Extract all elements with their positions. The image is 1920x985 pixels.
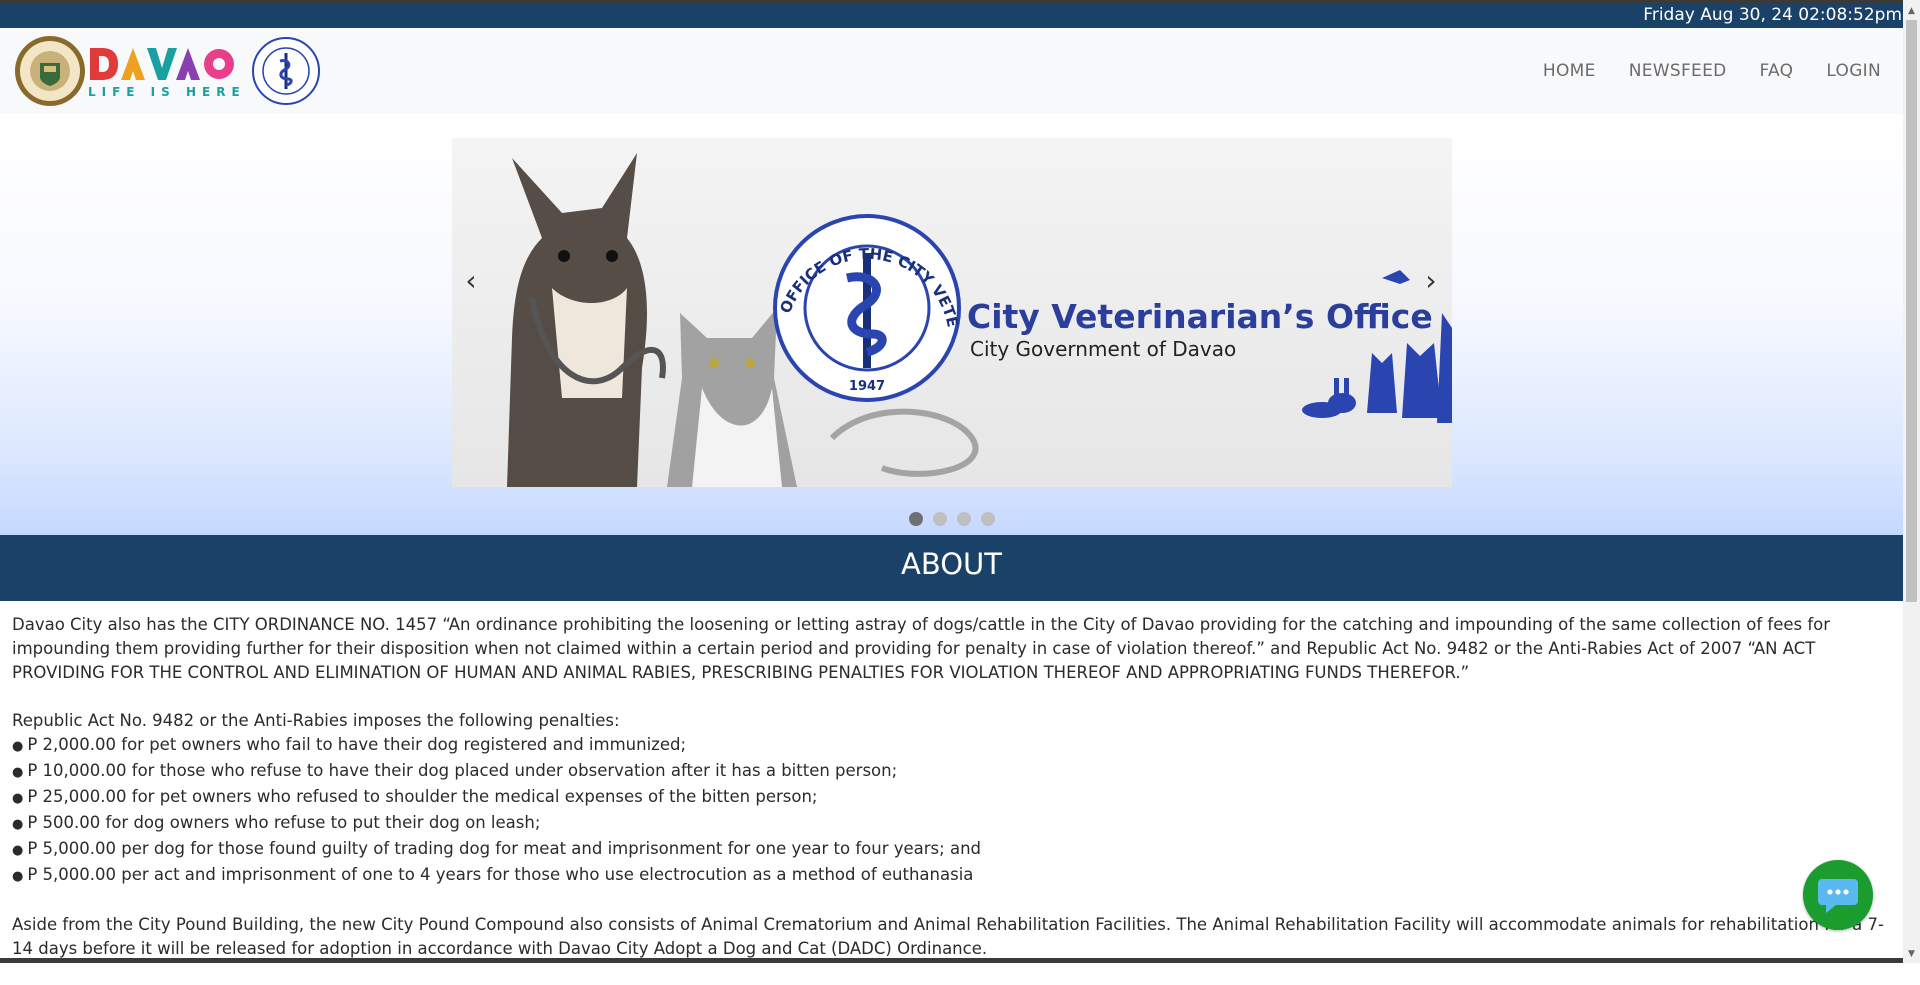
penalty-item-5: P 5,000.00 per dog for those found guilt… <box>12 837 1894 863</box>
penalty-item-2: P 10,000.00 for those who refuse to have… <box>12 759 1894 785</box>
davao-city-seal-logo <box>15 36 85 106</box>
about-heading: ABOUT <box>901 547 1002 581</box>
carousel-indicators <box>0 512 1903 526</box>
city-vet-office-banner-image: 1947 OFFICE OF THE CITY VETERINARIAN Cit… <box>452 138 1452 487</box>
penalty-item-6: P 5,000.00 per act and imprisonment of o… <box>12 863 1894 889</box>
carousel-prev-arrow[interactable]: ‹ <box>458 264 484 297</box>
slide-title: City Veterinarian’s Office <box>967 297 1433 336</box>
logo-group[interactable]: LIFE IS HERE <box>14 34 320 108</box>
svg-text:1947: 1947 <box>849 379 885 394</box>
navbar: LIFE IS HERE HOME NEWSFEED FAQ LOGIN <box>0 28 1903 114</box>
nav-home-link[interactable]: HOME <box>1543 61 1596 81</box>
main-nav: HOME NEWSFEED FAQ LOGIN <box>1510 28 1881 114</box>
penalty-item-4: P 500.00 for dog owners who refuse to pu… <box>12 811 1894 837</box>
chat-bubble-icon <box>1818 879 1858 913</box>
penalties-list: P 2,000.00 for pet owners who fail to ha… <box>12 733 1894 889</box>
nav-login-link[interactable]: LOGIN <box>1826 61 1881 81</box>
nav-newsfeed-link[interactable]: NEWSFEED <box>1629 61 1727 81</box>
carousel-indicator-2[interactable] <box>932 512 947 526</box>
about-paragraph-ordinance: Davao City also has the CITY ORDINANCE N… <box>12 615 1831 682</box>
about-content: Davao City also has the CITY ORDINANCE N… <box>12 613 1894 985</box>
davao-brand-logo: LIFE IS HERE <box>88 44 246 99</box>
slide-subtitle: City Government of Davao <box>970 337 1236 361</box>
hero-carousel-section: 1947 OFFICE OF THE CITY VETERINARIAN Cit… <box>0 114 1903 535</box>
chat-widget-button[interactable] <box>1803 860 1873 930</box>
window-bottom-edge <box>0 958 1903 963</box>
nav-faq-link[interactable]: FAQ <box>1760 61 1794 81</box>
scroll-up-arrow[interactable]: ▲ <box>1903 3 1920 20</box>
page-scrollbar[interactable]: ▲ ▼ <box>1903 0 1920 963</box>
carousel-indicator-4[interactable] <box>980 512 995 526</box>
date-time-bar: Friday Aug 30, 24 02:08:52pm <box>0 3 1903 28</box>
current-datetime: Friday Aug 30, 24 02:08:52pm <box>1643 5 1902 25</box>
carousel-next-arrow[interactable]: › <box>1418 264 1444 297</box>
brand-tagline: LIFE IS HERE <box>88 84 246 99</box>
penalties-intro: Republic Act No. 9482 or the Anti-Rabies… <box>12 711 620 730</box>
about-heading-bar: ABOUT <box>0 535 1903 601</box>
city-veterinarian-seal-logo <box>251 37 320 105</box>
carousel-slide: 1947 OFFICE OF THE CITY VETERINARIAN Cit… <box>452 138 1452 487</box>
about-paragraph-city-pound: Aside from the City Pound Building, the … <box>12 915 1884 958</box>
carousel-indicator-3[interactable] <box>956 512 971 526</box>
scroll-down-arrow[interactable]: ▼ <box>1903 946 1920 963</box>
penalty-item-1: P 2,000.00 for pet owners who fail to ha… <box>12 733 1894 759</box>
scrollbar-thumb[interactable] <box>1906 20 1917 602</box>
davao-brand-letters <box>90 47 234 80</box>
penalty-item-3: P 25,000.00 for pet owners who refused t… <box>12 785 1894 811</box>
carousel-indicator-1[interactable] <box>908 512 923 526</box>
